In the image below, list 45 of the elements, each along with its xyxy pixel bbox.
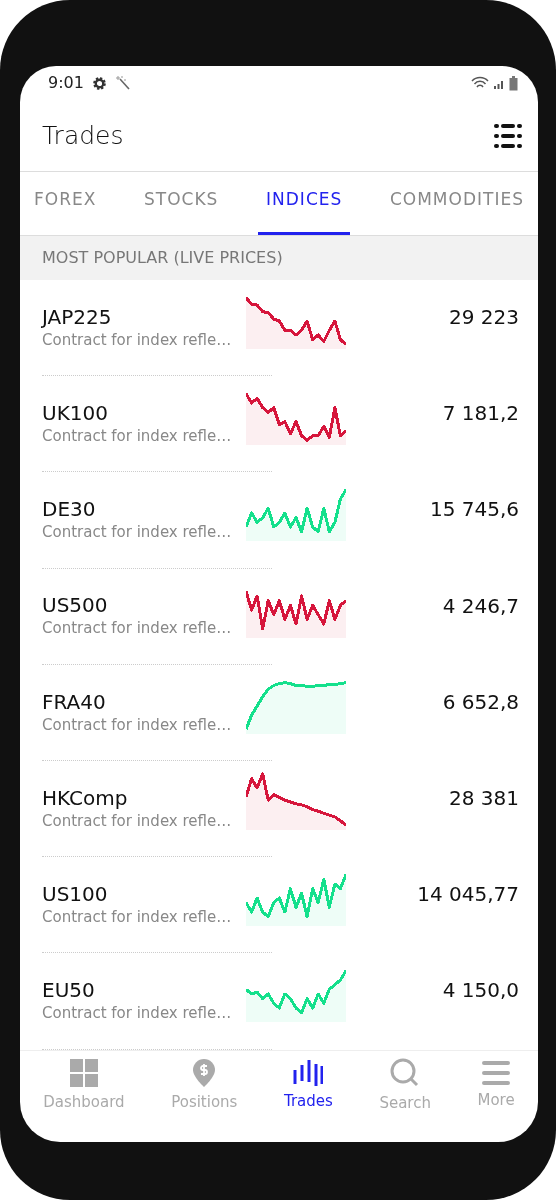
instrument-name: HKComp <box>42 785 129 810</box>
battery-icon <box>509 75 518 91</box>
instrument-name: EU50 <box>42 978 96 1003</box>
instrument-name: UK100 <box>42 401 109 426</box>
tab[interactable]: COMMODITIES <box>381 172 532 235</box>
instrument-price: 7 181,2 <box>442 400 519 428</box>
instrument-name: US500 <box>42 593 109 618</box>
instrument-name: DE30 <box>42 497 97 522</box>
page-title: Trades <box>42 119 124 152</box>
instrument-description: Contract for index refle… <box>42 522 233 544</box>
nav-tab[interactable]: Trades <box>283 1060 333 1113</box>
instrument-description: Contract for index refle… <box>42 1003 233 1025</box>
nav-tab[interactable]: More <box>477 1061 515 1112</box>
list-view-icon[interactable] <box>494 122 522 149</box>
tab[interactable]: FOREX <box>26 172 105 235</box>
status-time: 9:01 <box>48 72 84 94</box>
instrument-name: JAP225 <box>42 304 113 329</box>
instrument-description: Contract for index refle… <box>42 426 233 448</box>
dollar-pin-icon <box>193 1059 216 1088</box>
instrument-price: 4 150,0 <box>442 977 519 1005</box>
magic-wand-icon <box>114 75 131 91</box>
instrument-description: Contract for index refle… <box>42 906 233 928</box>
nav-tab[interactable]: Search <box>379 1058 431 1115</box>
nav-tab[interactable]: Dashboard <box>43 1059 125 1114</box>
instrument-price: 28 381 <box>449 784 519 812</box>
search-icon <box>390 1058 421 1089</box>
instrument-description: Contract for index refle… <box>42 714 233 736</box>
instrument-name: US100 <box>42 881 109 906</box>
settings-icon <box>91 75 107 91</box>
instrument-price: 4 246,7 <box>442 592 519 620</box>
instrument-price: 15 745,6 <box>429 496 519 524</box>
wifi-icon <box>471 76 489 90</box>
grid-icon <box>69 1059 98 1088</box>
tab[interactable]: STOCKS <box>136 172 227 235</box>
nav-tab[interactable]: Positions <box>171 1059 238 1114</box>
instrument-price: 14 045,77 <box>417 881 519 909</box>
instrument-name: FRA40 <box>42 689 107 714</box>
instrument-price: 29 223 <box>449 304 519 331</box>
instrument-price: 6 652,8 <box>442 688 519 716</box>
instrument-description: Contract for index refle… <box>42 618 233 640</box>
instrument-description: Contract for index refle… <box>42 810 233 832</box>
menu-icon <box>482 1061 511 1086</box>
bar-chart-icon <box>293 1060 324 1087</box>
section-title: MOST POPULAR (LIVE PRICES) <box>42 247 283 269</box>
instrument-description: Contract for index refle… <box>42 329 233 351</box>
